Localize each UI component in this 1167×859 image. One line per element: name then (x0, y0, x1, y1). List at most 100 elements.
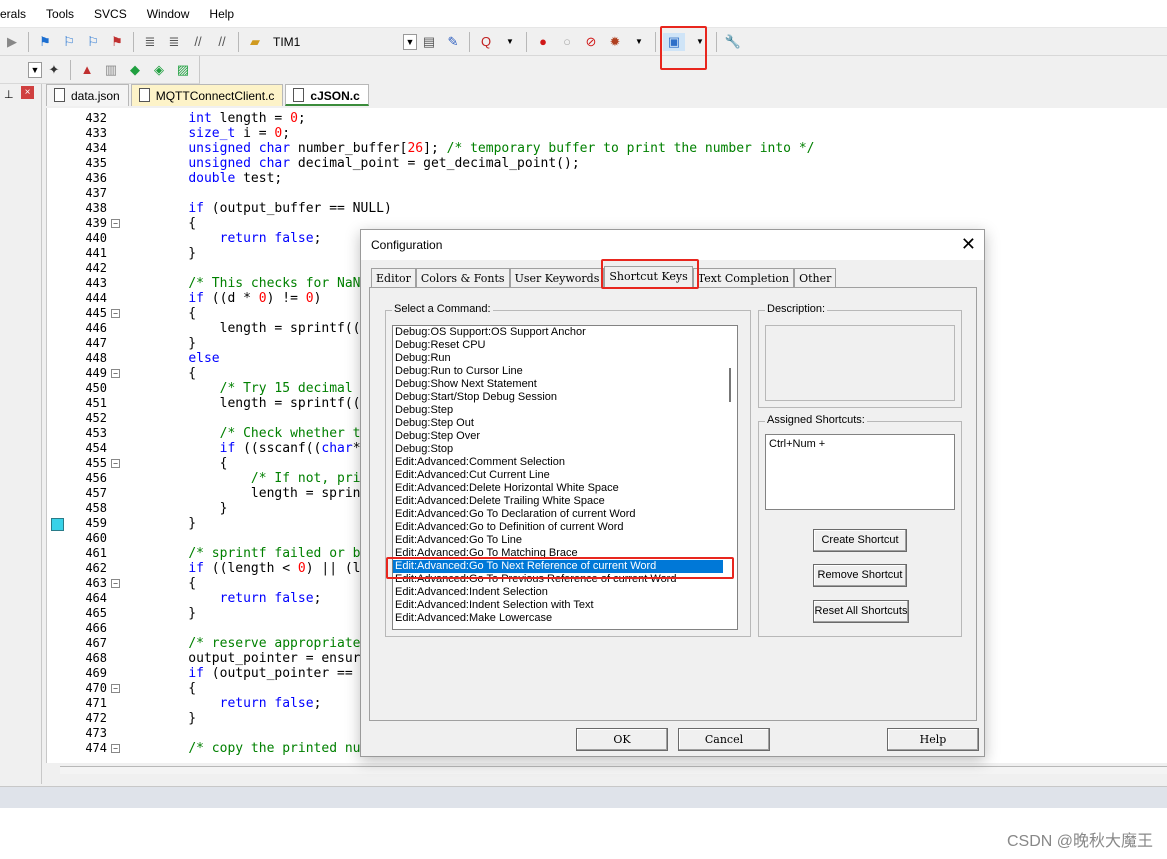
command-item[interactable]: Edit:Advanced:Indent Selection with Text (393, 599, 737, 612)
tab-text-completion[interactable]: Text Completion (692, 268, 795, 288)
shortcut-item[interactable]: Ctrl+Num + (769, 438, 951, 450)
manage-project-icon[interactable]: ▲ (78, 61, 96, 79)
command-item[interactable]: Edit:Advanced:Delete Trailing White Spac… (393, 495, 737, 508)
dialog-titlebar: Configuration ✕ (361, 230, 984, 260)
debug-search-icon[interactable]: Q (477, 33, 495, 51)
breakpoint-disable-icon[interactable]: ○ (558, 33, 576, 51)
command-item[interactable]: Debug:Step Out (393, 417, 737, 430)
command-item[interactable]: Edit:Advanced:Delete Horizontal White Sp… (393, 482, 737, 495)
tab-editor[interactable]: Editor (371, 268, 416, 288)
command-item[interactable]: Edit:Advanced:Go to Definition of curren… (393, 521, 737, 534)
close-icon[interactable]: ✕ (961, 234, 976, 254)
tab-colors-fonts[interactable]: Colors & Fonts (415, 268, 510, 288)
fold-toggle-icon[interactable]: − (111, 219, 120, 228)
command-item[interactable]: Debug:Step Over (393, 430, 737, 443)
select-packs-icon[interactable]: ▨ (174, 61, 192, 79)
fold-toggle-icon[interactable]: − (111, 684, 120, 693)
command-item[interactable]: Debug:Stop (393, 443, 737, 456)
bookmark-prev-icon[interactable]: ⚐ (60, 33, 78, 51)
uncomment-icon[interactable]: // (213, 33, 231, 51)
command-item[interactable]: Edit:Advanced:Cut Current Line (393, 469, 737, 482)
command-item[interactable]: Edit:Advanced:Go To Line (393, 534, 737, 547)
line-number: 445 (85, 306, 107, 320)
code-line[interactable]: 436 double test; (47, 171, 1147, 186)
command-item[interactable]: Debug:OS Support:OS Support Anchor (393, 326, 737, 339)
assigned-shortcuts-list[interactable]: Ctrl+Num + (765, 434, 955, 510)
target-dropdown-icon[interactable]: ▼ (403, 33, 417, 50)
remove-shortcut-button[interactable]: Remove Shortcut (813, 564, 907, 587)
chevron-down-icon[interactable]: ▼ (28, 61, 42, 78)
chevron-down-icon[interactable]: ▼ (630, 33, 648, 51)
incremental-find-icon[interactable]: ✎ (444, 33, 462, 51)
tab-cjson[interactable]: cJSON.c (285, 84, 369, 106)
command-item[interactable]: Edit:Advanced:Go To Declaration of curre… (393, 508, 737, 521)
breakpoint-disable-all-icon[interactable]: ⊘ (582, 33, 600, 51)
code-line[interactable]: 435 unsigned char decimal_point = get_de… (47, 156, 1147, 171)
tab-other[interactable]: Other (794, 268, 837, 288)
command-item[interactable]: Debug:Step (393, 404, 737, 417)
pin-icon[interactable]: ⊥ (4, 88, 14, 101)
create-shortcut-button[interactable]: Create Shortcut (813, 529, 907, 552)
chevron-down-icon[interactable]: ▼ (501, 33, 519, 51)
fold-toggle-icon[interactable]: − (111, 309, 120, 318)
green-diamond-icon[interactable]: ◆ (126, 61, 144, 79)
open-folder-icon[interactable]: ▰ (246, 33, 264, 51)
command-item[interactable]: Edit:Advanced:Comment Selection (393, 456, 737, 469)
code-text: unsigned char number_buffer[26]; /* temp… (188, 141, 815, 156)
breakpoint-kill-all-icon[interactable]: ✹ (606, 33, 624, 51)
bookmark-toggle-icon[interactable]: ⚑ (36, 33, 54, 51)
tab-mqttconnectclient[interactable]: MQTTConnectClient.c (130, 84, 284, 106)
code-line[interactable]: 438 if (output_buffer == NULL) (47, 201, 1147, 216)
fold-toggle-icon[interactable]: − (111, 369, 120, 378)
command-list[interactable]: Debug:OS Support:OS Support Anchor Debug:… (392, 325, 738, 630)
close-icon[interactable]: × (21, 86, 34, 99)
unindent-icon[interactable]: ≣ (165, 33, 183, 51)
command-item[interactable]: Debug:Reset CPU (393, 339, 737, 352)
menu-window[interactable]: Window (137, 7, 200, 21)
bookmark-next-icon[interactable]: ⚐ (84, 33, 102, 51)
command-item[interactable]: Debug:Run to Cursor Line (393, 365, 737, 378)
scrollbar-thumb[interactable] (729, 368, 731, 402)
horizontal-scrollbar[interactable] (60, 766, 1167, 774)
menu-peripherals[interactable]: erals (0, 7, 36, 21)
code-line[interactable]: 434 unsigned char number_buffer[26]; /* … (47, 141, 1147, 156)
fold-toggle-icon[interactable]: − (111, 579, 120, 588)
code-line[interactable]: 432 int length = 0; (47, 111, 1147, 126)
code-text: { (157, 681, 197, 696)
line-number: 436 (85, 171, 107, 185)
assigned-shortcuts-group: Assigned Shortcuts: Ctrl+Num + Create Sh… (758, 414, 962, 637)
arrow-right-icon[interactable]: ▶ (3, 33, 21, 51)
code-text: length = sprintf((char (157, 396, 392, 411)
magic-wand-icon[interactable]: ✦ (45, 61, 63, 79)
pack-installer-icon[interactable]: ◈ (150, 61, 168, 79)
command-item[interactable]: Debug:Show Next Statement (393, 378, 737, 391)
command-item[interactable]: Debug:Start/Stop Debug Session (393, 391, 737, 404)
code-line[interactable]: 433 size_t i = 0; (47, 126, 1147, 141)
find-in-files-icon[interactable]: ▤ (420, 33, 438, 51)
command-item[interactable]: Edit:Advanced:Make Lowercase (393, 612, 737, 625)
tab-data-json[interactable]: data.json (46, 84, 129, 106)
tab-user-keywords[interactable]: User Keywords (509, 268, 605, 288)
line-number: 455 (85, 456, 107, 470)
reset-all-shortcuts-button[interactable]: Reset All Shortcuts (813, 600, 909, 623)
line-number: 468 (85, 651, 107, 665)
comment-icon[interactable]: // (189, 33, 207, 51)
toolbar-separator (655, 31, 656, 52)
help-button[interactable]: Help (887, 728, 979, 751)
breakpoint-insert-icon[interactable]: ● (534, 33, 552, 51)
fold-toggle-icon[interactable]: − (111, 744, 120, 753)
cancel-button[interactable]: Cancel (678, 728, 770, 751)
command-list-scrollbar[interactable] (723, 326, 737, 629)
menu-tools[interactable]: Tools (36, 7, 84, 21)
ok-button[interactable]: OK (576, 728, 668, 751)
menu-help[interactable]: Help (199, 7, 244, 21)
fold-toggle-icon[interactable]: − (111, 459, 120, 468)
bookmark-clear-icon[interactable]: ⚑ (108, 33, 126, 51)
wrench-icon[interactable]: 🔧 (724, 33, 742, 51)
command-item[interactable]: Debug:Run (393, 352, 737, 365)
command-item[interactable]: Edit:Advanced:Indent Selection (393, 586, 737, 599)
indent-icon[interactable]: ≣ (141, 33, 159, 51)
menu-svcs[interactable]: SVCS (84, 7, 137, 21)
file-extensions-icon[interactable]: ▥ (102, 61, 120, 79)
code-line[interactable]: 437 (47, 186, 1147, 201)
